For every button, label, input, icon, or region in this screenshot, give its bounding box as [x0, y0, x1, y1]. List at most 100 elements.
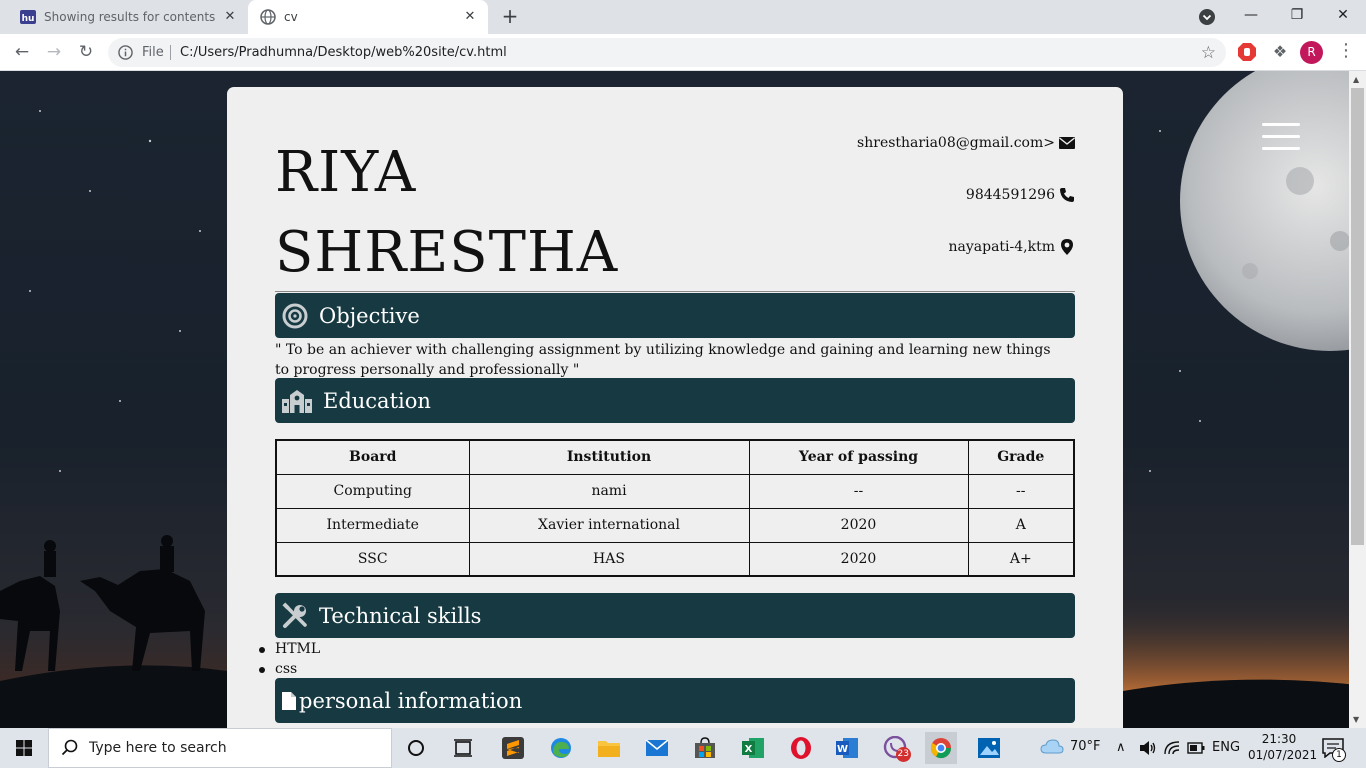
address-text: nayapati-4,ktm — [948, 239, 1055, 255]
table-cell: -- — [748, 473, 969, 509]
mail-icon[interactable] — [641, 732, 673, 764]
address-bar[interactable]: File C:/Users/Pradhumna/Desktop/web%20si… — [108, 38, 1226, 67]
more-menu-icon[interactable]: ⋮ — [1336, 40, 1356, 64]
cortana-icon[interactable] — [400, 732, 432, 764]
scroll-up-arrow-icon[interactable]: ▲ — [1353, 75, 1359, 84]
cloud-icon — [1040, 739, 1064, 754]
page-viewport: RIYA SHRESTHA shrestharia08@gmail.com> 9… — [0, 71, 1366, 728]
language-indicator[interactable]: ENG — [1212, 740, 1240, 755]
page-scrollbar[interactable]: ▲ ▼ — [1349, 71, 1366, 728]
windows-taskbar: Type here to search X W 23 70°F ∧ ENG 21… — [0, 728, 1366, 768]
extensions-puzzle-icon[interactable]: ❖ — [1270, 42, 1290, 62]
browser-tab-bar: hu Showing results for contents of t ✕ c… — [0, 0, 1366, 34]
table-cell: Intermediate — [275, 507, 470, 543]
minimize-icon[interactable]: — — [1228, 0, 1274, 32]
site-info-label[interactable]: File — [142, 45, 164, 60]
windows-start-icon[interactable] — [0, 728, 48, 768]
profile-avatar[interactable]: R — [1300, 41, 1323, 64]
info-icon[interactable] — [118, 45, 133, 60]
notification-count: 1 — [1332, 748, 1346, 762]
column-header: Year of passing — [748, 439, 969, 475]
window-close-icon[interactable]: ✕ — [1320, 0, 1366, 32]
table-cell: A — [967, 507, 1075, 543]
name-first: RIYA — [275, 140, 417, 205]
phone-icon — [1060, 188, 1074, 202]
reload-icon[interactable]: ↻ — [74, 40, 98, 64]
browser-toolbar: ← → ↻ File C:/Users/Pradhumna/Desktop/we… — [0, 34, 1366, 71]
column-header: Institution — [468, 439, 750, 475]
section-title: Education — [323, 388, 431, 413]
microsoft-store-icon[interactable] — [689, 732, 721, 764]
tab-search-results[interactable]: hu Showing results for contents of t ✕ — [8, 0, 248, 34]
wifi-icon[interactable] — [1164, 741, 1180, 755]
cv-card: RIYA SHRESTHA shrestharia08@gmail.com> 9… — [227, 87, 1123, 728]
header-divider — [275, 291, 1075, 292]
tab-cv[interactable]: cv ✕ — [248, 0, 488, 34]
search-placeholder: Type here to search — [89, 740, 227, 756]
table-cell: A+ — [967, 541, 1075, 577]
bookmark-star-icon[interactable]: ☆ — [1201, 43, 1216, 63]
scroll-down-arrow-icon[interactable]: ▼ — [1353, 715, 1359, 724]
chrome-icon[interactable] — [925, 732, 957, 764]
table-cell: Computing — [275, 473, 470, 509]
sublime-text-icon[interactable] — [497, 732, 529, 764]
viber-icon[interactable]: 23 — [879, 732, 911, 764]
adblock-extension-icon[interactable] — [1238, 43, 1256, 61]
close-icon[interactable]: ✕ — [462, 9, 478, 25]
education-table: Board Institution Year of passing Grade … — [275, 439, 1075, 577]
table-cell: SSC — [275, 541, 470, 577]
hu-logo-icon: hu — [20, 10, 36, 24]
task-view-icon[interactable] — [447, 732, 479, 764]
column-header: Board — [275, 439, 470, 475]
email-text: shrestharia08@gmail.com> — [857, 135, 1055, 151]
bullseye-icon — [282, 303, 308, 328]
edge-browser-icon[interactable] — [545, 732, 577, 764]
column-header: Grade — [967, 439, 1075, 475]
table-cell: HAS — [468, 541, 750, 577]
svg-text:hu: hu — [22, 14, 35, 24]
envelope-icon — [1059, 137, 1075, 149]
restore-icon[interactable]: ❐ — [1274, 0, 1320, 32]
contact-phone: 9844591296 — [966, 187, 1075, 203]
tab-search-icon[interactable] — [1198, 8, 1216, 26]
excel-icon[interactable]: X — [737, 732, 769, 764]
file-explorer-icon[interactable] — [593, 732, 625, 764]
close-icon[interactable]: ✕ — [222, 9, 238, 25]
back-arrow-icon[interactable]: ← — [10, 40, 34, 64]
tools-icon — [282, 601, 307, 628]
photos-icon[interactable] — [973, 732, 1005, 764]
name-last: SHRESTHA — [275, 220, 619, 285]
url-text[interactable]: C:/Users/Pradhumna/Desktop/web%20site/cv… — [180, 45, 507, 60]
table-cell: nami — [468, 473, 750, 509]
objective-text: " To be an achiever with challenging ass… — [275, 342, 1051, 378]
phone-text: 9844591296 — [965, 187, 1055, 203]
list-item: css — [258, 659, 320, 679]
svg-text:W: W — [837, 744, 848, 755]
section-title: personal information — [299, 688, 523, 713]
forward-arrow-icon[interactable]: → — [42, 40, 66, 64]
volume-icon[interactable] — [1139, 740, 1157, 756]
word-icon[interactable]: W — [831, 732, 863, 764]
opera-icon[interactable] — [785, 732, 817, 764]
section-skills-header: Technical skills — [275, 593, 1075, 638]
table-header-row: Board Institution Year of passing Grade — [275, 439, 1075, 475]
battery-icon[interactable] — [1187, 742, 1205, 754]
new-tab-button[interactable]: + — [498, 5, 522, 29]
table-row: Computing nami -- -- — [275, 473, 1075, 509]
clock-time: 21:30 — [1261, 732, 1297, 746]
table-cell: 2020 — [748, 507, 969, 543]
svg-text:X: X — [745, 744, 753, 755]
section-title: Objective — [319, 303, 420, 328]
scroll-thumb[interactable] — [1351, 88, 1364, 545]
globe-icon — [260, 9, 276, 25]
section-objective-header: Objective — [275, 293, 1075, 338]
weather-widget[interactable]: 70°F — [1040, 738, 1101, 754]
table-row: SSC HAS 2020 A+ — [275, 541, 1075, 577]
chevron-up-icon[interactable]: ∧ — [1116, 740, 1126, 755]
taskbar-clock[interactable]: 21:30 01/07/2021 — [1248, 731, 1318, 763]
clock-date: 01/07/2021 — [1248, 748, 1318, 762]
hamburger-menu-icon[interactable] — [1262, 123, 1300, 151]
list-item: HTML — [258, 641, 321, 657]
table-cell: Xavier international — [468, 507, 750, 543]
taskbar-search-box[interactable]: Type here to search — [48, 728, 392, 768]
